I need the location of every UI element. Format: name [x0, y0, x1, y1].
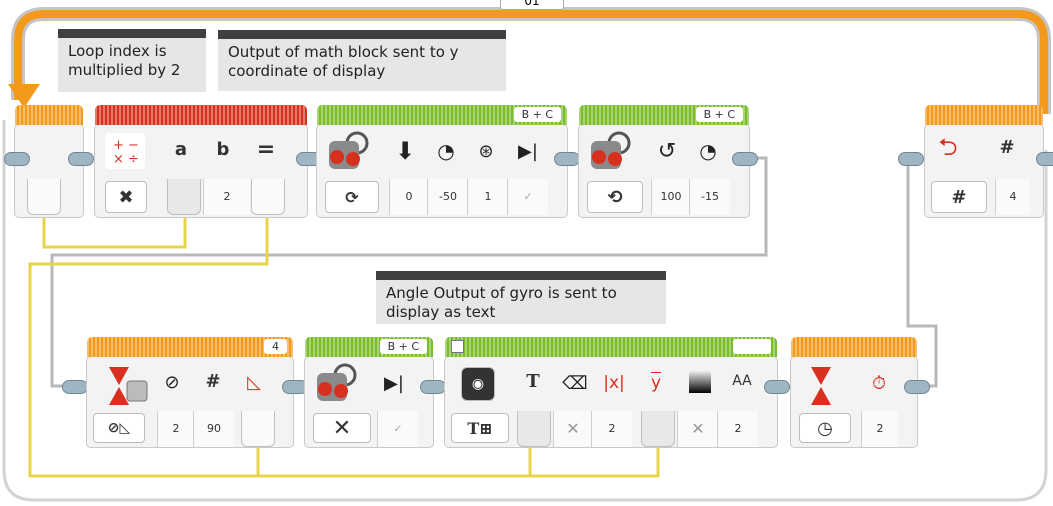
loop-end-block[interactable]: ⮌ # # 4 [924, 105, 1044, 218]
power-gauge-icon: ◔ [699, 139, 717, 163]
comment-gyro-output[interactable]: Angle Output of gyro is sent to display … [376, 271, 666, 324]
steering-value[interactable]: 100 [651, 179, 690, 215]
loop-name-label[interactable]: 01 [500, 0, 564, 10]
arrow-down-icon: ⬇ [394, 137, 416, 165]
text-grid-mode-selector[interactable]: T⊞ [451, 413, 509, 443]
rotations-icon: ⊛ [478, 140, 494, 162]
port-selector[interactable]: B + C [695, 107, 743, 122]
sequence-plug[interactable] [4, 152, 30, 166]
steering-value[interactable]: 0 [389, 179, 428, 215]
param-b-input[interactable]: 2 [203, 179, 250, 215]
display-block[interactable]: ◉ T ⌫ |x| y AA T⊞ ✕ 2 ✕ 2 [444, 337, 778, 448]
sequence-plug[interactable] [904, 380, 930, 394]
on-mode-icon: ⟲ [607, 186, 623, 208]
param-a-input[interactable] [167, 179, 201, 215]
font-value[interactable]: 2 [717, 411, 758, 447]
brake-checkbox[interactable]: ✓ [377, 411, 418, 447]
angle-icon: ◺ [247, 371, 261, 393]
sequence-plug[interactable] [732, 152, 758, 166]
comment-loop-index[interactable]: Loop index is multiplied by 2 [58, 29, 206, 92]
clear-screen-value[interactable]: ✕ [553, 411, 592, 447]
text-param-label: T [526, 371, 540, 392]
program-canvas[interactable]: 01 Loop index is multiplied by 2 Output … [0, 0, 1053, 506]
stopwatch-icon: ⏱ [871, 372, 887, 394]
mode-off-selector[interactable]: ✕ [313, 413, 371, 443]
timer-mode-selector[interactable]: ◷ [799, 413, 851, 443]
eraser-icon: ⌫ [562, 372, 588, 394]
move-steering-block-2[interactable]: B + C ↺ ◔ ⟲ 100 -15 [578, 105, 750, 218]
x-coordinate-icon: |x| [603, 373, 625, 393]
mode-on-selector[interactable]: ⟲ [587, 181, 643, 213]
comment-math-output[interactable]: Output of math block sent to y coordinat… [218, 30, 506, 91]
steering-motor-icon [311, 361, 367, 409]
compare-type-value[interactable]: 2 [157, 411, 194, 447]
brick-icon [733, 339, 771, 354]
wait-gyro-block[interactable]: 4 ⊘ # ◺ ⊘◺ 2 90 [86, 337, 294, 448]
compare-icon: ⊘ [164, 371, 180, 393]
param-result-label: = [256, 137, 276, 162]
threshold-param-label: # [205, 371, 221, 392]
loop-start-block[interactable] [14, 105, 84, 218]
gyro-mode-selector[interactable]: ⊘◺ [93, 413, 145, 443]
svg-text:× ÷: × ÷ [113, 152, 139, 166]
move-steering-block-3[interactable]: B + C ▶| ✕ ✓ [304, 337, 434, 448]
svg-text:+ −: + − [113, 138, 139, 153]
loop-index-output[interactable] [27, 179, 61, 215]
sequence-plug[interactable] [62, 380, 88, 394]
angle-output[interactable] [241, 411, 275, 447]
y-coordinate-icon: y [650, 373, 662, 393]
sequence-plug[interactable] [764, 380, 790, 394]
power-value[interactable]: -15 [689, 179, 730, 215]
power-value[interactable]: -50 [427, 179, 468, 215]
rotations-mode-icon: ⟳ [345, 187, 359, 207]
display-target-icon: ◉ [461, 367, 495, 401]
rotations-value[interactable]: 1 [467, 179, 508, 215]
sequence-plug[interactable] [1036, 152, 1053, 166]
port-selector[interactable]: B + C [379, 339, 427, 354]
seconds-value[interactable]: 2 [861, 411, 898, 447]
sequence-plug[interactable] [68, 152, 94, 166]
row-input[interactable] [641, 411, 675, 447]
param-a-label: a [174, 139, 188, 160]
brake-checkbox[interactable]: ✓ [507, 179, 548, 215]
sequence-plug[interactable] [898, 152, 924, 166]
text-input[interactable] [517, 411, 551, 447]
move-steering-block-1[interactable]: B + C ⬇ ◔ ⊛ ▶| ⟳ 0 -50 1 ✓ [316, 105, 568, 218]
param-b-label: b [216, 139, 230, 160]
steering-motor-icon [585, 129, 641, 177]
rotate-icon: ↺ [657, 138, 677, 164]
result-output[interactable] [251, 179, 285, 215]
count-param-label: # [999, 137, 1015, 158]
hourglass-icon [807, 363, 837, 409]
steering-motor-icon [323, 129, 379, 177]
font-size-label: AA [732, 373, 752, 389]
brake-icon: ▶| [384, 372, 404, 394]
mode-rotations-selector[interactable]: ⟳ [325, 181, 379, 213]
color-icon [689, 371, 711, 393]
hourglass-icon [103, 363, 149, 409]
port-selector[interactable]: B + C [513, 107, 561, 122]
color-value[interactable]: ✕ [677, 411, 718, 447]
loop-count-mode-selector[interactable]: # [931, 181, 987, 213]
math-icon: + − × ÷ [105, 133, 145, 169]
wait-timer-block[interactable]: ⏱ ◷ 2 [790, 337, 918, 448]
port-selector[interactable]: 4 [264, 339, 287, 354]
sequence-plug[interactable] [420, 380, 446, 394]
brake-icon: ▶| [518, 140, 538, 162]
loop-return-icon: ⮌ [938, 132, 958, 161]
power-gauge-icon: ◔ [437, 139, 455, 163]
column-value[interactable]: 2 [591, 411, 632, 447]
display-preview-icon[interactable] [451, 340, 464, 353]
threshold-value[interactable]: 90 [193, 411, 234, 447]
loop-count-value[interactable]: 4 [995, 179, 1030, 215]
math-mode-selector[interactable]: ✖ [105, 181, 147, 213]
sequence-plug[interactable] [554, 152, 580, 166]
math-block[interactable]: + − × ÷ a b = ✖ 2 [94, 105, 308, 218]
